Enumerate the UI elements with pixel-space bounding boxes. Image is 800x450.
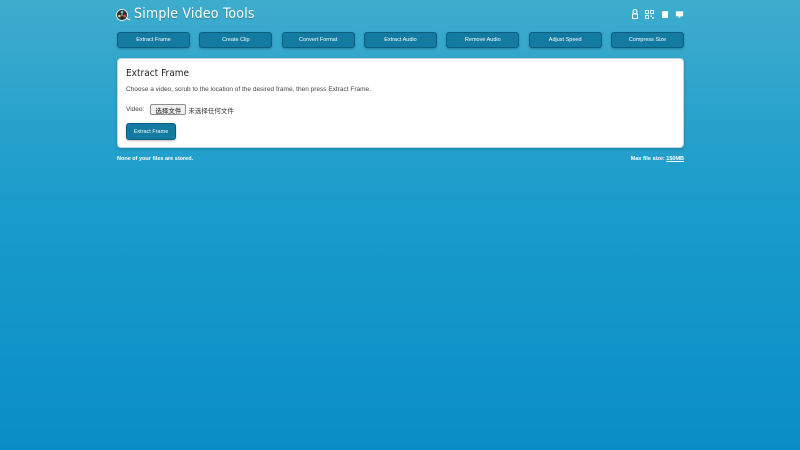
nav-extract-audio-button[interactable]: Extract Audio bbox=[363, 32, 437, 48]
choose-file-button[interactable]: 选择文件 bbox=[150, 104, 187, 115]
header-icons bbox=[630, 9, 684, 19]
header: Simple Video Tools bbox=[116, 0, 684, 34]
nav-convert-format-button[interactable]: Convert Format bbox=[281, 32, 355, 48]
video-field: Video: 选择文件 未选择任何文件 bbox=[126, 104, 234, 115]
nav-create-clip-button[interactable]: Create Clip bbox=[199, 32, 273, 48]
nav-compress-size-button[interactable]: Compress Size bbox=[610, 32, 684, 48]
tool-card: Extract Frame Choose a video, scrub to t… bbox=[117, 58, 684, 148]
max-file-size: Max file size: 150MB bbox=[631, 156, 684, 162]
tablet-icon[interactable] bbox=[660, 9, 669, 19]
nav-adjust-speed-button[interactable]: Adjust Speed bbox=[528, 32, 602, 48]
nav-remove-audio-button[interactable]: Remove Audio bbox=[446, 32, 520, 48]
film-reel-icon bbox=[116, 9, 131, 21]
monitor-icon[interactable] bbox=[675, 9, 684, 19]
app-title: Simple Video Tools bbox=[134, 6, 255, 22]
card-title: Extract Frame bbox=[126, 68, 190, 79]
qr-code-icon[interactable] bbox=[645, 9, 654, 19]
nav-extract-frame-button[interactable]: Extract Frame bbox=[117, 32, 190, 48]
app: Simple Video Tools Extract Frame Create … bbox=[116, 0, 684, 162]
video-label: Video: bbox=[126, 106, 145, 113]
privacy-note: None of your files are stored. bbox=[117, 156, 194, 162]
file-status: 未选择任何文件 bbox=[188, 107, 234, 115]
extract-frame-button[interactable]: Extract Frame bbox=[126, 123, 176, 140]
person-icon[interactable] bbox=[630, 9, 639, 19]
max-size-label: Max file size: bbox=[630, 156, 665, 162]
tool-nav: Extract Frame Create Clip Convert Format… bbox=[117, 32, 684, 48]
max-size-link[interactable]: 150MB bbox=[666, 156, 684, 162]
card-description: Choose a video, scrub to the location of… bbox=[126, 86, 371, 93]
